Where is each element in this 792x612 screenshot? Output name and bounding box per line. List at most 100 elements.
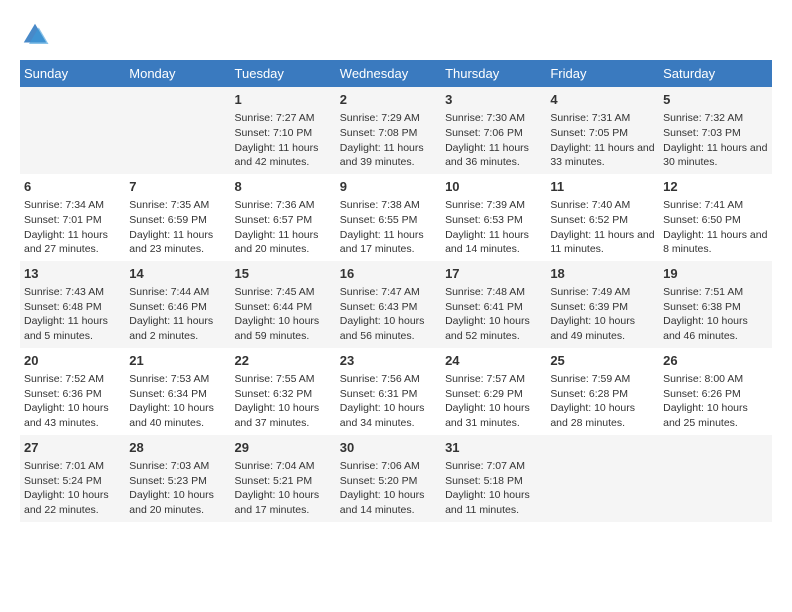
day-number: 16: [340, 265, 437, 283]
header-saturday: Saturday: [659, 60, 772, 87]
day-number: 17: [445, 265, 542, 283]
cell-details: Sunrise: 7:01 AM Sunset: 5:24 PM Dayligh…: [24, 459, 121, 518]
calendar-cell: 4 Sunrise: 7:31 AM Sunset: 7:05 PM Daylig…: [546, 87, 659, 174]
cell-details: Sunrise: 7:36 AM Sunset: 6:57 PM Dayligh…: [235, 198, 332, 257]
calendar-cell: 14 Sunrise: 7:44 AM Sunset: 6:46 PM Dayli…: [125, 261, 230, 348]
day-number: 23: [340, 352, 437, 370]
calendar-cell: 9Sunrise: 7:38 AM Sunset: 6:55 PM Daylig…: [336, 174, 441, 261]
calendar-cell: 28Sunrise: 7:03 AM Sunset: 5:23 PM Dayli…: [125, 435, 230, 522]
cell-details: Sunrise: 7:49 AM Sunset: 6:39 PM Dayligh…: [550, 285, 655, 344]
day-number: 30: [340, 439, 437, 457]
day-number: 28: [129, 439, 226, 457]
day-number: 3: [445, 91, 542, 109]
day-number: 31: [445, 439, 542, 457]
header-tuesday: Tuesday: [231, 60, 336, 87]
cell-details: Sunrise: 7:41 AM Sunset: 6:50 PM Dayligh…: [663, 198, 768, 257]
calendar-cell: 6 Sunrise: 7:34 AM Sunset: 7:01 PM Daylig…: [20, 174, 125, 261]
calendar-cell: 19 Sunrise: 7:51 AM Sunset: 6:38 PM Dayli…: [659, 261, 772, 348]
header-thursday: Thursday: [441, 60, 546, 87]
cell-details: Sunrise: 7:34 AM Sunset: 7:01 PM Dayligh…: [24, 198, 121, 257]
calendar-table: Sunday Monday Tuesday Wednesday Thursday…: [20, 60, 772, 522]
calendar-week-1: 1 Sunrise: 7:27 AM Sunset: 7:10 PM Daylig…: [20, 87, 772, 174]
calendar-cell: 23 Sunrise: 7:56 AM Sunset: 6:31 PM Dayli…: [336, 348, 441, 435]
calendar-cell: 8 Sunrise: 7:36 AM Sunset: 6:57 PM Daylig…: [231, 174, 336, 261]
day-number: 24: [445, 352, 542, 370]
cell-details: Sunrise: 7:56 AM Sunset: 6:31 PM Dayligh…: [340, 372, 437, 431]
calendar-cell: 5Sunrise: 7:32 AM Sunset: 7:03 PM Daylig…: [659, 87, 772, 174]
calendar-cell: 26 Sunrise: 8:00 AM Sunset: 6:26 PM Dayli…: [659, 348, 772, 435]
day-number: 20: [24, 352, 121, 370]
cell-details: Sunrise: 7:35 AM Sunset: 6:59 PM Dayligh…: [129, 198, 226, 257]
calendar-cell: 16 Sunrise: 7:47 AM Sunset: 6:43 PM Dayli…: [336, 261, 441, 348]
cell-details: Sunrise: 7:59 AM Sunset: 6:28 PM Dayligh…: [550, 372, 655, 431]
header-row: Sunday Monday Tuesday Wednesday Thursday…: [20, 60, 772, 87]
header-sunday: Sunday: [20, 60, 125, 87]
calendar-cell: 20 Sunrise: 7:52 AM Sunset: 6:36 PM Dayli…: [20, 348, 125, 435]
day-number: 1: [235, 91, 332, 109]
calendar-cell: 10 Sunrise: 7:39 AM Sunset: 6:53 PM Dayli…: [441, 174, 546, 261]
day-number: 18: [550, 265, 655, 283]
day-number: 8: [235, 178, 332, 196]
calendar-week-5: 27 Sunrise: 7:01 AM Sunset: 5:24 PM Dayli…: [20, 435, 772, 522]
calendar-cell: 30 Sunrise: 7:06 AM Sunset: 5:20 PM Dayli…: [336, 435, 441, 522]
day-number: 10: [445, 178, 542, 196]
cell-details: Sunrise: 7:44 AM Sunset: 6:46 PM Dayligh…: [129, 285, 226, 344]
page-header: [20, 20, 772, 50]
calendar-cell: 18 Sunrise: 7:49 AM Sunset: 6:39 PM Dayli…: [546, 261, 659, 348]
calendar-cell: 3 Sunrise: 7:30 AM Sunset: 7:06 PM Daylig…: [441, 87, 546, 174]
calendar-cell: [546, 435, 659, 522]
calendar-week-2: 6 Sunrise: 7:34 AM Sunset: 7:01 PM Daylig…: [20, 174, 772, 261]
day-number: 4: [550, 91, 655, 109]
cell-details: Sunrise: 7:40 AM Sunset: 6:52 PM Dayligh…: [550, 198, 655, 257]
day-number: 29: [235, 439, 332, 457]
calendar-cell: 29Sunrise: 7:04 AM Sunset: 5:21 PM Dayli…: [231, 435, 336, 522]
day-number: 27: [24, 439, 121, 457]
day-number: 19: [663, 265, 768, 283]
calendar-cell: 1 Sunrise: 7:27 AM Sunset: 7:10 PM Daylig…: [231, 87, 336, 174]
calendar-cell: 15Sunrise: 7:45 AM Sunset: 6:44 PM Dayli…: [231, 261, 336, 348]
cell-details: Sunrise: 7:06 AM Sunset: 5:20 PM Dayligh…: [340, 459, 437, 518]
cell-details: Sunrise: 7:48 AM Sunset: 6:41 PM Dayligh…: [445, 285, 542, 344]
day-number: 21: [129, 352, 226, 370]
header-monday: Monday: [125, 60, 230, 87]
calendar-week-3: 13 Sunrise: 7:43 AM Sunset: 6:48 PM Dayli…: [20, 261, 772, 348]
calendar-cell: [20, 87, 125, 174]
cell-details: Sunrise: 7:39 AM Sunset: 6:53 PM Dayligh…: [445, 198, 542, 257]
calendar-cell: 27 Sunrise: 7:01 AM Sunset: 5:24 PM Dayli…: [20, 435, 125, 522]
cell-details: Sunrise: 7:47 AM Sunset: 6:43 PM Dayligh…: [340, 285, 437, 344]
calendar-cell: 12 Sunrise: 7:41 AM Sunset: 6:50 PM Dayli…: [659, 174, 772, 261]
day-number: 15: [235, 265, 332, 283]
calendar-cell: 7Sunrise: 7:35 AM Sunset: 6:59 PM Daylig…: [125, 174, 230, 261]
calendar-cell: 17 Sunrise: 7:48 AM Sunset: 6:41 PM Dayli…: [441, 261, 546, 348]
cell-details: Sunrise: 8:00 AM Sunset: 6:26 PM Dayligh…: [663, 372, 768, 431]
cell-details: Sunrise: 7:31 AM Sunset: 7:05 PM Dayligh…: [550, 111, 655, 170]
calendar-cell: 11 Sunrise: 7:40 AM Sunset: 6:52 PM Dayli…: [546, 174, 659, 261]
day-number: 14: [129, 265, 226, 283]
day-number: 9: [340, 178, 437, 196]
cell-details: Sunrise: 7:52 AM Sunset: 6:36 PM Dayligh…: [24, 372, 121, 431]
day-number: 12: [663, 178, 768, 196]
day-number: 26: [663, 352, 768, 370]
calendar-cell: 31Sunrise: 7:07 AM Sunset: 5:18 PM Dayli…: [441, 435, 546, 522]
calendar-cell: 22 Sunrise: 7:55 AM Sunset: 6:32 PM Dayli…: [231, 348, 336, 435]
day-number: 22: [235, 352, 332, 370]
logo: [20, 20, 54, 50]
cell-details: Sunrise: 7:55 AM Sunset: 6:32 PM Dayligh…: [235, 372, 332, 431]
header-friday: Friday: [546, 60, 659, 87]
calendar-cell: [659, 435, 772, 522]
cell-details: Sunrise: 7:43 AM Sunset: 6:48 PM Dayligh…: [24, 285, 121, 344]
day-number: 6: [24, 178, 121, 196]
day-number: 25: [550, 352, 655, 370]
cell-details: Sunrise: 7:51 AM Sunset: 6:38 PM Dayligh…: [663, 285, 768, 344]
cell-details: Sunrise: 7:57 AM Sunset: 6:29 PM Dayligh…: [445, 372, 542, 431]
calendar-cell: 21 Sunrise: 7:53 AM Sunset: 6:34 PM Dayli…: [125, 348, 230, 435]
cell-details: Sunrise: 7:30 AM Sunset: 7:06 PM Dayligh…: [445, 111, 542, 170]
cell-details: Sunrise: 7:27 AM Sunset: 7:10 PM Dayligh…: [235, 111, 332, 170]
calendar-cell: [125, 87, 230, 174]
day-number: 11: [550, 178, 655, 196]
day-number: 2: [340, 91, 437, 109]
day-number: 13: [24, 265, 121, 283]
calendar-cell: 13 Sunrise: 7:43 AM Sunset: 6:48 PM Dayli…: [20, 261, 125, 348]
cell-details: Sunrise: 7:53 AM Sunset: 6:34 PM Dayligh…: [129, 372, 226, 431]
calendar-cell: 2Sunrise: 7:29 AM Sunset: 7:08 PM Daylig…: [336, 87, 441, 174]
